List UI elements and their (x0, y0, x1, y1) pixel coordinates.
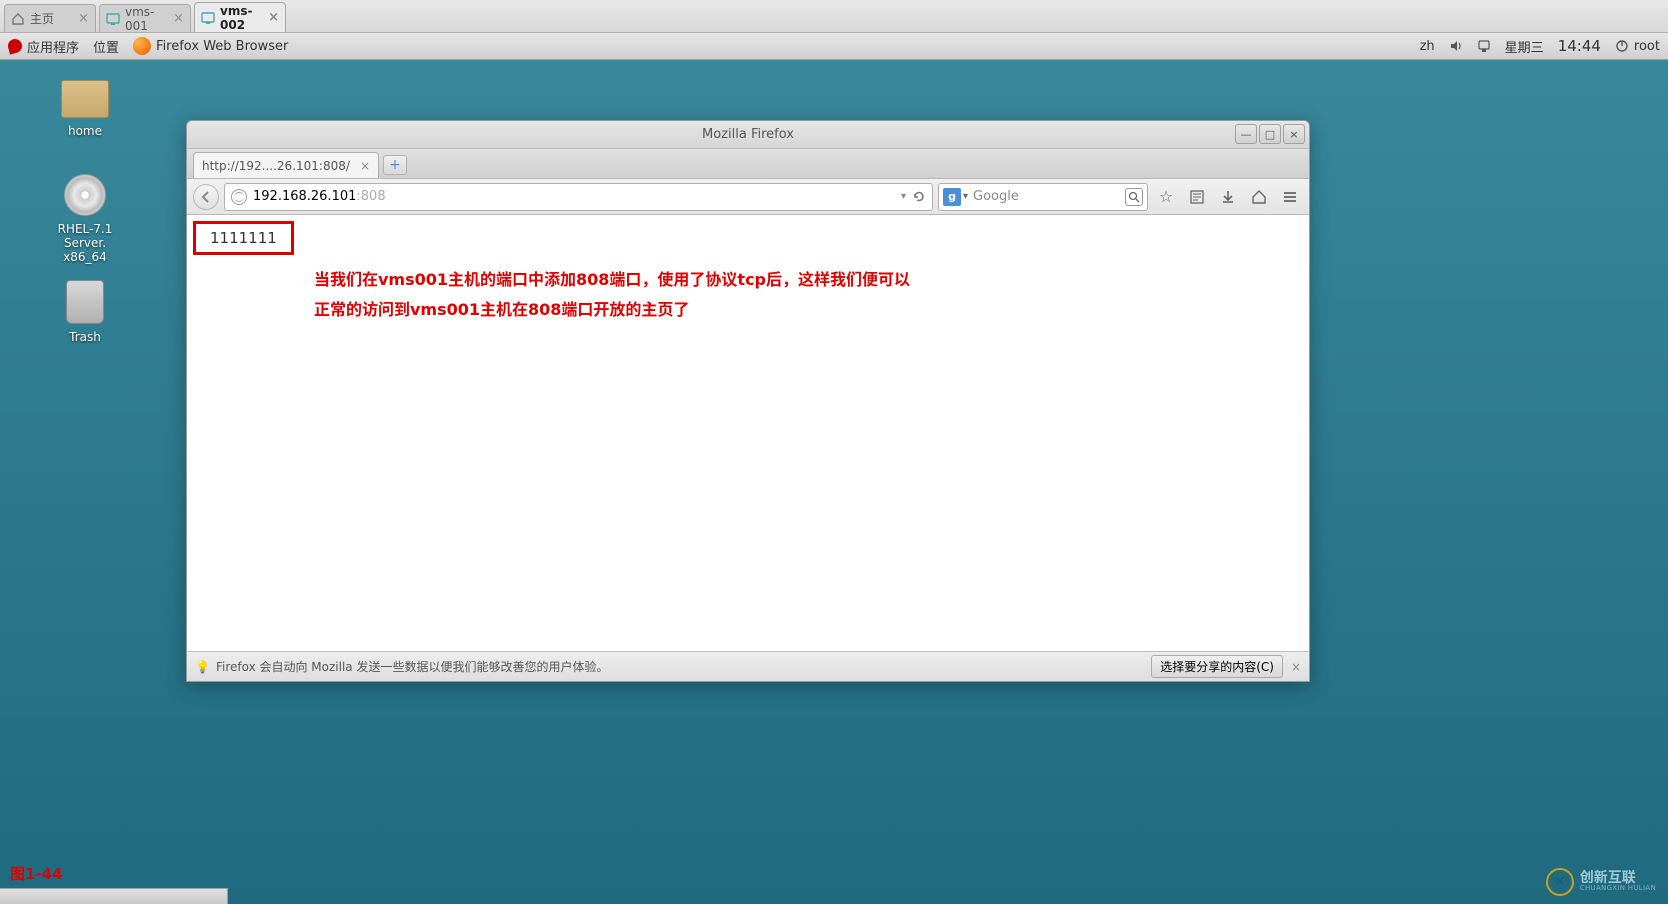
hamburger-menu-icon[interactable] (1277, 184, 1303, 210)
back-button[interactable] (193, 184, 219, 210)
vm-icon (106, 12, 120, 26)
dismiss-icon[interactable]: × (1291, 660, 1301, 674)
browser-tab-strip: http://192....26.101:808/ × + (187, 149, 1309, 179)
shell-tab-home[interactable]: 主页 × (4, 4, 96, 32)
annotation-line1: 当我们在vms001主机的端口中添加808端口，使用了协议tcp后，这样我们便可… (314, 265, 910, 295)
browser-toolbar: 192.168.26.101:808 ▾ g ▾ Google ☆ (187, 179, 1309, 215)
active-app-label: Firefox Web Browser (156, 39, 288, 54)
shell-tab-vms002[interactable]: vms-002 × (194, 2, 286, 32)
power-icon (1615, 39, 1629, 53)
close-icon[interactable]: × (268, 10, 279, 25)
lightbulb-icon: 💡 (195, 660, 210, 674)
shell-tab-vms001[interactable]: vms-001 × (99, 4, 191, 32)
volume-icon[interactable] (1449, 39, 1463, 53)
dropdown-icon[interactable]: ▾ (901, 191, 906, 202)
home-icon[interactable] (1246, 184, 1272, 210)
shell-tab-label: vms-002 (220, 4, 263, 32)
downloads-icon[interactable] (1215, 184, 1241, 210)
gnome-top-panel: 应用程序 位置 Firefox Web Browser zh 星期三 14:44… (0, 33, 1668, 60)
icon-label: Trash (42, 330, 128, 344)
status-text: Firefox 会自动向 Mozilla 发送一些数据以便我们能够改善您的用户体… (216, 658, 609, 675)
search-icon[interactable] (1125, 188, 1143, 206)
active-app-indicator[interactable]: Firefox Web Browser (133, 37, 288, 55)
shell-tab-label: vms-001 (125, 5, 168, 33)
minimize-button[interactable]: — (1235, 124, 1257, 144)
share-content-button[interactable]: 选择要分享的内容(C) (1151, 655, 1283, 678)
icon-label-line1: RHEL-7.1 Server. (42, 222, 128, 250)
icon-label: home (42, 124, 128, 138)
taskbar-stub[interactable] (0, 888, 228, 904)
desktop-icon-trash[interactable]: Trash (42, 280, 128, 344)
annotation-text: 当我们在vms001主机的端口中添加808端口，使用了协议tcp后，这样我们便可… (314, 265, 910, 325)
watermark: ✕ 创新互联 CHUANGXIN HULIAN (1546, 868, 1656, 896)
user-menu[interactable]: root (1615, 39, 1660, 54)
maximize-button[interactable]: □ (1259, 124, 1281, 144)
bookmark-star-icon[interactable]: ☆ (1153, 184, 1179, 210)
icon-label-line2: x86_64 (42, 250, 128, 264)
watermark-sub: CHUANGXIN HULIAN (1580, 884, 1656, 892)
applications-menu[interactable]: 应用程序 (8, 37, 79, 56)
browser-tab[interactable]: http://192....26.101:808/ × (193, 152, 379, 178)
places-menu[interactable]: 位置 (93, 37, 119, 56)
desktop-icon-home[interactable]: home (42, 80, 128, 138)
watermark-logo-icon: ✕ (1546, 868, 1574, 896)
status-bar: 💡 Firefox 会自动向 Mozilla 发送一些数据以便我们能够改善您的用… (187, 651, 1309, 681)
vm-icon (201, 11, 215, 25)
close-button[interactable]: × (1283, 124, 1305, 144)
desktop-icon-disc[interactable]: RHEL-7.1 Server. x86_64 (42, 174, 128, 264)
shell-tab-bar: 主页 × vms-001 × vms-002 × (0, 0, 1668, 33)
firefox-icon (133, 37, 151, 55)
chevron-down-icon[interactable]: ▾ (963, 191, 968, 202)
folder-icon (61, 80, 109, 118)
search-engine-icon[interactable]: g (943, 188, 961, 206)
globe-icon (231, 189, 247, 205)
window-title: Mozilla Firefox (702, 127, 794, 142)
figure-label: 图1-44 (10, 863, 63, 884)
watermark-brand: 创新互联 (1580, 872, 1656, 884)
annotation-line2: 正常的访问到vms001主机在808端口开放的主页了 (314, 295, 910, 325)
close-icon[interactable]: × (173, 11, 184, 26)
applications-label: 应用程序 (27, 37, 79, 56)
page-content: 1111111 当我们在vms001主机的端口中添加808端口，使用了协议tcp… (187, 215, 1309, 651)
disc-icon (64, 174, 106, 216)
network-icon[interactable] (1477, 39, 1491, 53)
search-placeholder: Google (973, 189, 1125, 204)
new-tab-button[interactable]: + (383, 155, 407, 175)
clock-day[interactable]: 星期三 (1505, 37, 1544, 56)
url-bar[interactable]: 192.168.26.101:808 ▾ (224, 183, 933, 211)
clock-time[interactable]: 14:44 (1558, 37, 1601, 55)
url-host: 192.168.26.101 (253, 189, 356, 204)
home-icon (11, 12, 25, 26)
firefox-window: Mozilla Firefox — □ × http://192....26.1… (186, 120, 1310, 682)
url-port: :808 (356, 189, 385, 204)
tab-title: http://192....26.101:808/ (202, 159, 350, 173)
search-bar[interactable]: g ▾ Google (938, 183, 1148, 211)
page-body-text: 1111111 (193, 221, 294, 255)
reader-icon[interactable] (1184, 184, 1210, 210)
trash-icon (66, 280, 104, 324)
close-icon[interactable]: × (78, 11, 89, 26)
places-label: 位置 (93, 37, 119, 56)
redhat-icon (6, 37, 23, 54)
user-label: root (1634, 39, 1660, 54)
shell-tab-label: 主页 (30, 10, 54, 27)
ime-indicator[interactable]: zh (1420, 39, 1435, 54)
window-titlebar[interactable]: Mozilla Firefox — □ × (187, 121, 1309, 149)
close-icon[interactable]: × (360, 159, 370, 173)
reload-button[interactable] (912, 190, 926, 204)
